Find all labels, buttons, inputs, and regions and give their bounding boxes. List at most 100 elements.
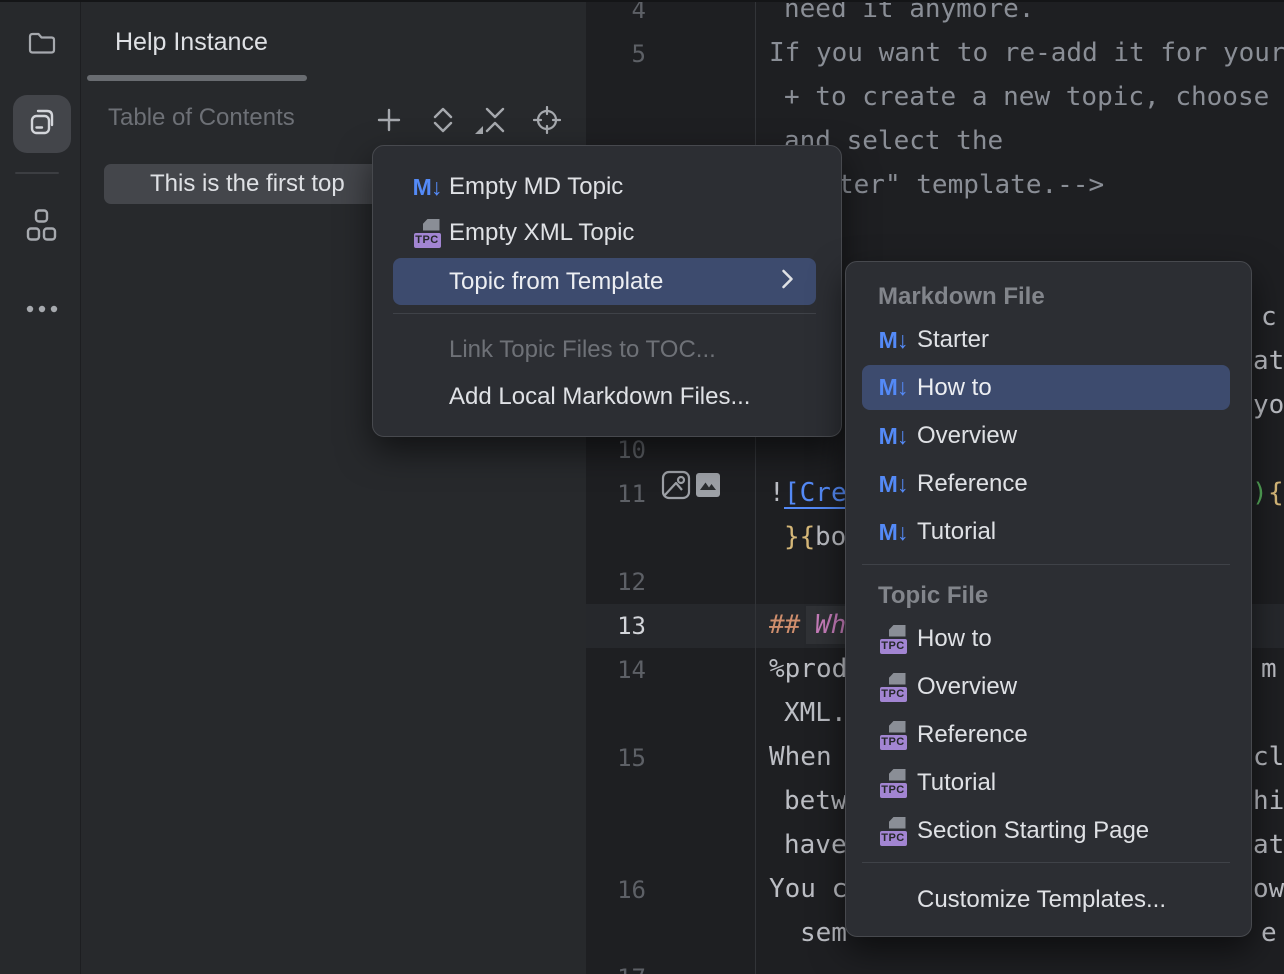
submenu-section-header: Markdown File: [878, 283, 1045, 311]
collapse-all-button[interactable]: [480, 105, 510, 135]
topic-file-icon: TPC: [408, 219, 446, 248]
line-number: 11: [576, 478, 646, 510]
menu-item-add-local-markdown[interactable]: Add Local Markdown Files...: [373, 374, 841, 420]
code-text: yo: [1253, 388, 1284, 422]
topic-from-template-submenu: Markdown File M↓ Starter M↓ How to M↓ Ov…: [845, 261, 1252, 937]
submenu-chevron-icon: [781, 268, 794, 295]
code-text: betw: [784, 784, 847, 818]
submenu-item-tpc-tutorial[interactable]: TPC Tutorial: [846, 761, 1251, 805]
expand-all-button[interactable]: [428, 105, 458, 135]
tool-window-stripe: [0, 0, 81, 974]
markdown-file-icon: M↓: [874, 374, 912, 401]
topic-file-icon: TPC: [874, 769, 912, 798]
submenu-item-tpc-section-starting-page[interactable]: TPC Section Starting Page: [846, 809, 1251, 853]
code-heading-marker: ##: [769, 608, 800, 642]
markdown-file-icon: M↓: [408, 174, 446, 201]
menu-item-label: Empty MD Topic: [449, 173, 623, 201]
topic-file-icon: TPC: [874, 721, 912, 750]
more-tool-windows-button[interactable]: [13, 282, 71, 340]
topic-file-icon: TPC: [874, 625, 912, 654]
submenu-item-label: How to: [917, 625, 992, 653]
code-text: at: [1253, 344, 1284, 378]
code-text: %prod: [769, 652, 847, 686]
markdown-file-icon: M↓: [874, 519, 912, 546]
submenu-item-tpc-overview[interactable]: TPC Overview: [846, 665, 1251, 709]
toc-section-header: Table of Contents: [108, 104, 295, 132]
submenu-item-tpc-how-to[interactable]: TPC How to: [846, 617, 1251, 661]
menu-item-empty-md-topic[interactable]: M↓ Empty MD Topic: [373, 164, 841, 210]
submenu-item-label: Starter: [917, 326, 989, 354]
submenu-item-customize-templates[interactable]: Customize Templates...: [846, 878, 1251, 922]
locate-opened-file-button[interactable]: [532, 105, 562, 135]
submenu-item-label: Customize Templates...: [917, 886, 1166, 914]
line-number: 14: [576, 654, 646, 686]
topic-file-icon: TPC: [874, 673, 912, 702]
stripe-divider: [15, 172, 59, 174]
code-text: + to create a new topic, choose: [784, 80, 1269, 114]
structure-icon: [25, 208, 59, 247]
more-dots-icon: [23, 302, 61, 320]
code-text: ): [1252, 476, 1268, 510]
panel-title: Help Instance: [115, 28, 268, 57]
submenu-item-md-tutorial[interactable]: M↓ Tutorial: [846, 510, 1251, 554]
add-topic-context-menu: M↓ Empty MD Topic TPC Empty XML Topic To…: [372, 145, 842, 437]
menu-item-label: Topic from Template: [449, 268, 663, 296]
submenu-item-label: Reference: [917, 470, 1028, 498]
toc-item-label: This is the first top: [150, 170, 345, 198]
code-text: c: [1261, 300, 1277, 334]
documentation-tool-button[interactable]: [13, 95, 71, 153]
code-text: When: [769, 740, 832, 774]
folder-icon: [25, 26, 59, 65]
code-link-text[interactable]: [Cre: [784, 476, 847, 510]
code-heading-text: Wh: [815, 608, 846, 642]
menu-item-empty-xml-topic[interactable]: TPC Empty XML Topic: [373, 210, 841, 256]
line-number-active: 13: [576, 610, 646, 642]
submenu-section-header: Topic File: [878, 582, 988, 610]
topic-file-icon: TPC: [874, 817, 912, 846]
submenu-item-md-starter[interactable]: M↓ Starter: [846, 318, 1251, 362]
code-text: If you want to re-add it for your: [769, 36, 1284, 70]
submenu-item-md-reference[interactable]: M↓ Reference: [846, 462, 1251, 506]
image-preview-filled-icon[interactable]: [696, 473, 720, 502]
code-text: m: [1261, 652, 1277, 686]
project-tool-button[interactable]: [13, 16, 71, 74]
code-text: cl: [1253, 740, 1284, 774]
instances-icon: [25, 105, 59, 144]
submenu-item-label: Tutorial: [917, 518, 996, 546]
code-text: sem: [800, 916, 847, 950]
submenu-item-label: Overview: [917, 422, 1017, 450]
submenu-item-label: Tutorial: [917, 769, 996, 797]
markdown-file-icon: M↓: [874, 327, 912, 354]
menu-separator: [862, 564, 1230, 565]
code-text: bo: [815, 520, 846, 554]
active-tab-indicator: [87, 75, 307, 81]
plus-icon: [375, 106, 403, 134]
code-text: }{: [784, 520, 815, 554]
submenu-item-md-how-to[interactable]: M↓ How to: [862, 365, 1230, 410]
submenu-item-label: Overview: [917, 673, 1017, 701]
menu-separator: [862, 862, 1230, 863]
submenu-item-label: Section Starting Page: [917, 817, 1149, 845]
structure-tool-button[interactable]: [13, 198, 71, 256]
menu-item-label: Add Local Markdown Files...: [449, 383, 750, 411]
code-text: ter" template.-->: [838, 168, 1104, 202]
markdown-file-icon: M↓: [874, 471, 912, 498]
submenu-item-md-overview[interactable]: M↓ Overview: [846, 414, 1251, 458]
menu-item-label-disabled: Link Topic Files to TOC...: [449, 336, 716, 364]
expand-all-icon: [429, 106, 457, 134]
code-text: his: [1253, 784, 1284, 818]
line-number: 4: [576, 0, 646, 26]
code-text: e: [1261, 916, 1277, 950]
image-preview-outline-icon[interactable]: [661, 470, 691, 505]
window-top-border: [0, 0, 1284, 2]
menu-separator: [393, 313, 816, 314]
submenu-item-tpc-reference[interactable]: TPC Reference: [846, 713, 1251, 757]
line-number: 12: [576, 566, 646, 598]
code-text: {: [1268, 476, 1284, 510]
menu-item-link-topic-files[interactable]: Link Topic Files to TOC...: [373, 327, 841, 373]
menu-item-topic-from-template[interactable]: Topic from Template: [393, 258, 816, 305]
line-number: 15: [576, 742, 646, 774]
markdown-file-icon: M↓: [874, 423, 912, 450]
add-topic-button[interactable]: [374, 105, 404, 135]
submenu-item-label: Reference: [917, 721, 1028, 749]
